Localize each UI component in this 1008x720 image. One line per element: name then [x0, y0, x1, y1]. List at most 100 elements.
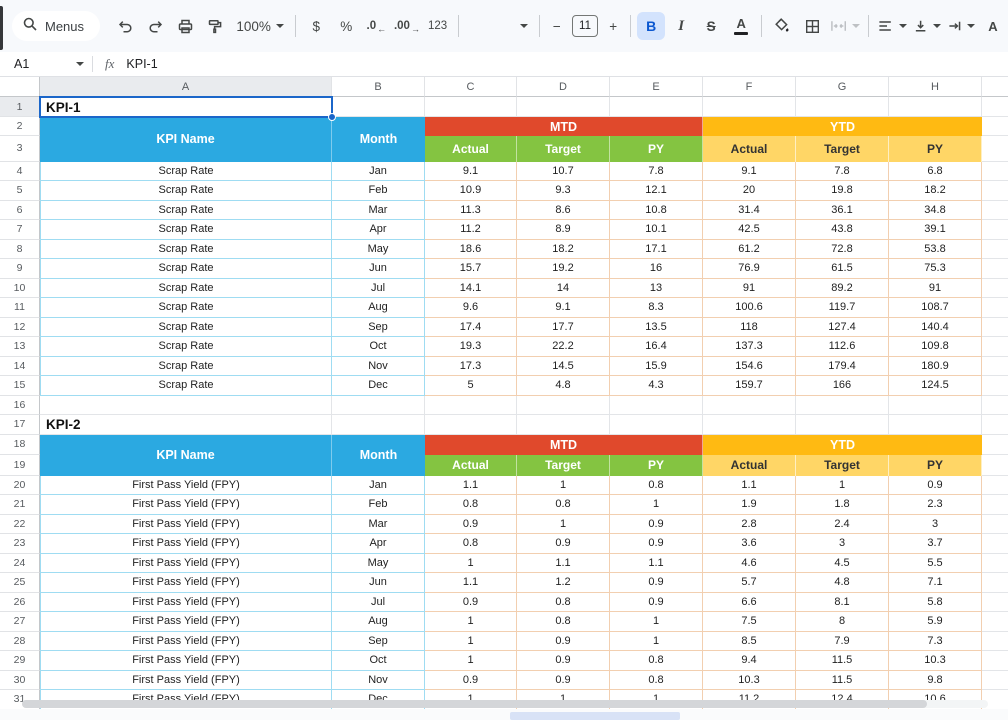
column-header-C[interactable]: C: [425, 77, 517, 97]
value-cell[interactable]: 5.8: [889, 593, 982, 613]
header-cell-mtd[interactable]: MTD: [425, 117, 703, 136]
row-header-13[interactable]: 13: [0, 337, 40, 357]
header-cell-kpi-name[interactable]: KPI Name: [40, 117, 332, 162]
value-cell[interactable]: 7.9: [796, 632, 889, 652]
kpi-name-cell[interactable]: First Pass Yield (FPY): [40, 671, 332, 691]
value-cell[interactable]: 10.8: [610, 201, 703, 221]
value-cell[interactable]: 2.8: [703, 515, 796, 535]
row-header-3[interactable]: 3: [0, 136, 40, 162]
row-header-16[interactable]: 16: [0, 396, 40, 416]
value-cell[interactable]: 137.3: [703, 337, 796, 357]
month-cell[interactable]: Nov: [332, 671, 425, 691]
text-color-button[interactable]: A: [727, 12, 755, 40]
row-header-11[interactable]: 11: [0, 298, 40, 318]
value-cell[interactable]: 34.8: [889, 201, 982, 221]
value-cell[interactable]: 61.5: [796, 259, 889, 279]
value-cell[interactable]: 36.1: [796, 201, 889, 221]
kpi-name-cell[interactable]: Scrap Rate: [40, 201, 332, 221]
value-cell[interactable]: 17.4: [425, 318, 517, 338]
name-box[interactable]: A1: [14, 57, 92, 71]
undo-button[interactable]: [111, 12, 139, 40]
value-cell[interactable]: 3.7: [889, 534, 982, 554]
value-cell[interactable]: 13.5: [610, 318, 703, 338]
row-header-12[interactable]: 12: [0, 318, 40, 338]
value-cell[interactable]: 124.5: [889, 376, 982, 396]
value-cell[interactable]: 4.5: [796, 554, 889, 574]
value-cell[interactable]: 1.1: [517, 554, 610, 574]
header-cell-ytd[interactable]: YTD: [703, 435, 982, 455]
header-cell-ytd[interactable]: YTD: [703, 117, 982, 136]
header-cell-ytd-target[interactable]: Target: [796, 455, 889, 476]
value-cell[interactable]: 5.7: [703, 573, 796, 593]
more-formats-button[interactable]: 123: [424, 12, 452, 40]
value-cell[interactable]: 0.8: [517, 593, 610, 613]
value-cell[interactable]: 119.7: [796, 298, 889, 318]
value-cell[interactable]: 1.9: [703, 495, 796, 515]
row-header-5[interactable]: 5: [0, 181, 40, 201]
header-cell-month[interactable]: Month: [332, 435, 425, 476]
value-cell[interactable]: 53.8: [889, 240, 982, 260]
row-header-8[interactable]: 8: [0, 240, 40, 260]
value-cell[interactable]: 6.8: [889, 162, 982, 182]
value-cell[interactable]: 61.2: [703, 240, 796, 260]
value-cell[interactable]: 11.2: [425, 220, 517, 240]
value-cell[interactable]: 4.3: [610, 376, 703, 396]
kpi-name-cell[interactable]: Scrap Rate: [40, 337, 332, 357]
value-cell[interactable]: 1: [425, 632, 517, 652]
header-cell-ytd-actual[interactable]: Actual: [703, 136, 796, 162]
value-cell[interactable]: 4.8: [796, 573, 889, 593]
value-cell[interactable]: 1: [610, 632, 703, 652]
month-cell[interactable]: Dec: [332, 376, 425, 396]
value-cell[interactable]: 1.1: [703, 476, 796, 496]
row-header-24[interactable]: 24: [0, 554, 40, 574]
column-header-F[interactable]: F: [703, 77, 796, 97]
header-cell-mtd-actual[interactable]: Actual: [425, 136, 517, 162]
value-cell[interactable]: 2.4: [796, 515, 889, 535]
row-header-22[interactable]: 22: [0, 515, 40, 535]
value-cell[interactable]: 10.1: [610, 220, 703, 240]
header-cell-mtd-actual[interactable]: Actual: [425, 455, 517, 476]
value-cell[interactable]: 14: [517, 279, 610, 299]
value-cell[interactable]: 0.8: [610, 476, 703, 496]
value-cell[interactable]: 0.8: [425, 495, 517, 515]
row-header-10[interactable]: 10: [0, 279, 40, 299]
format-currency-button[interactable]: $: [302, 12, 330, 40]
value-cell[interactable]: 3: [796, 534, 889, 554]
value-cell[interactable]: 0.8: [610, 651, 703, 671]
value-cell[interactable]: 3: [889, 515, 982, 535]
kpi-name-cell[interactable]: Scrap Rate: [40, 376, 332, 396]
value-cell[interactable]: 0.9: [889, 476, 982, 496]
font-family-select[interactable]: [464, 12, 534, 40]
value-cell[interactable]: 9.1: [703, 162, 796, 182]
kpi-title-cell[interactable]: KPI-1: [40, 97, 332, 117]
value-cell[interactable]: 11.5: [796, 651, 889, 671]
kpi-name-cell[interactable]: Scrap Rate: [40, 162, 332, 182]
month-cell[interactable]: Jun: [332, 259, 425, 279]
kpi-name-cell[interactable]: First Pass Yield (FPY): [40, 612, 332, 632]
value-cell[interactable]: 17.1: [610, 240, 703, 260]
value-cell[interactable]: 1.1: [425, 476, 517, 496]
value-cell[interactable]: 7.8: [796, 162, 889, 182]
header-cell-kpi-name[interactable]: KPI Name: [40, 435, 332, 476]
row-header-20[interactable]: 20: [0, 476, 40, 496]
header-cell-mtd-target[interactable]: Target: [517, 455, 610, 476]
kpi-name-cell[interactable]: Scrap Rate: [40, 318, 332, 338]
fill-handle[interactable]: [328, 113, 336, 121]
value-cell[interactable]: 1.1: [425, 573, 517, 593]
value-cell[interactable]: 5.9: [889, 612, 982, 632]
value-cell[interactable]: 31.4: [703, 201, 796, 221]
month-cell[interactable]: Jul: [332, 593, 425, 613]
value-cell[interactable]: 18.2: [889, 181, 982, 201]
value-cell[interactable]: 1: [425, 612, 517, 632]
value-cell[interactable]: 6.6: [703, 593, 796, 613]
header-cell-month[interactable]: Month: [332, 117, 425, 162]
row-header-28[interactable]: 28: [0, 632, 40, 652]
kpi-name-cell[interactable]: First Pass Yield (FPY): [40, 593, 332, 613]
print-button[interactable]: [171, 12, 199, 40]
month-cell[interactable]: Jan: [332, 476, 425, 496]
column-header-D[interactable]: D: [517, 77, 610, 97]
decrease-font-size-button[interactable]: −: [546, 12, 568, 40]
value-cell[interactable]: 8.1: [796, 593, 889, 613]
kpi-name-cell[interactable]: Scrap Rate: [40, 259, 332, 279]
value-cell[interactable]: 11.3: [425, 201, 517, 221]
